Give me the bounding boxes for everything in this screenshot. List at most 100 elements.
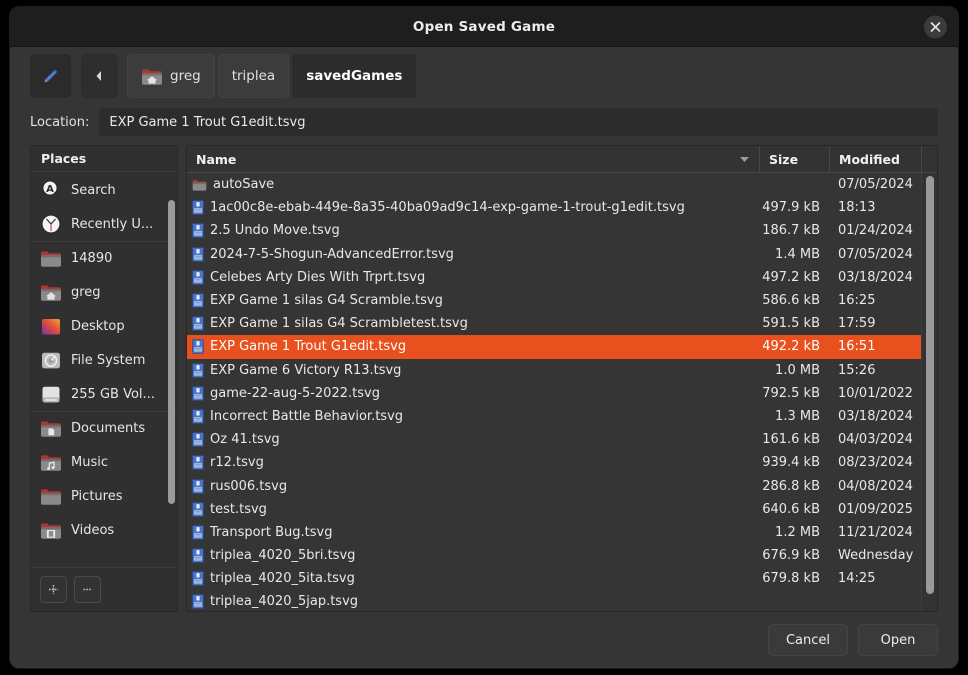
sidebar-item-greg[interactable]: greg — [31, 275, 177, 309]
table-row[interactable]: EXP Game 1 silas G4 Scrambletest.tsvg 591… — [187, 312, 921, 335]
sidebar-item-255gb-volume[interactable]: 255 GB Vol... — [31, 377, 177, 411]
table-row[interactable]: game-22-aug-5-2022.tsvg 792.5 kB 10/01/202… — [187, 382, 921, 405]
back-button[interactable] — [81, 54, 117, 98]
title-bar: Open Saved Game — [10, 7, 958, 47]
desktop-icon — [40, 317, 62, 336]
pencil-icon[interactable] — [30, 54, 71, 98]
dialog-footer: Cancel Open — [10, 612, 958, 668]
table-row[interactable]: EXP Game 1 Trout G1edit.tsvg 492.2 kB 16:5… — [187, 335, 921, 359]
file-list-header: Name Size Modified — [187, 146, 937, 173]
breadcrumb-item-savedgames[interactable]: savedGames — [292, 54, 417, 98]
file-name-label: EXP Game 1 silas G4 Scramble.tsvg — [210, 293, 443, 309]
sidebar-item-search[interactable]: A Search — [31, 173, 177, 207]
file-name-cell: game-22-aug-5-2022.tsvg — [187, 386, 759, 401]
table-row[interactable]: rus006.tsvg 286.8 kB 04/08/2024 — [187, 474, 921, 497]
file-name-cell: test.tsvg — [187, 502, 759, 517]
table-row[interactable]: Celebes Arty Dies With Trprt.tsvg 497.2 k… — [187, 266, 921, 289]
sidebar-item-videos[interactable]: Videos — [31, 513, 177, 547]
file-size-cell: 792.5 kB — [762, 385, 820, 401]
file-name-cell: triplea_4020_5jap.tsvg — [187, 594, 759, 609]
file-name-label: rus006.tsvg — [210, 478, 288, 494]
file-name-label: 2.5 Undo Move.tsvg — [210, 223, 340, 239]
sidebar-item-recently-used[interactable]: Recently U... — [31, 207, 177, 241]
minus-icon[interactable] — [74, 576, 101, 603]
sidebar-item-14890[interactable]: 14890 — [31, 241, 177, 275]
table-row[interactable]: 2024-7-5-Shogun-AdvancedError.tsvg 1.4 MB… — [187, 243, 921, 266]
file-rows-wrap: autoSave 07/05/2024 1ac00c8e-ebab-449e-8a3… — [187, 173, 937, 611]
column-header-name[interactable]: Name — [187, 146, 759, 172]
breadcrumb-item-greg[interactable]: greg — [127, 54, 215, 98]
tsvg-file-icon — [192, 316, 204, 332]
table-row[interactable]: autoSave 07/05/2024 — [187, 173, 921, 196]
table-row[interactable]: triplea_4020_5ita.tsvg 679.8 kB 14:25 — [187, 567, 921, 590]
file-name-cell: Transport Bug.tsvg — [187, 525, 759, 540]
breadcrumb-item-triplea[interactable]: triplea — [217, 54, 290, 98]
location-label: Location: — [30, 114, 90, 130]
tsvg-file-icon — [192, 409, 204, 424]
file-name-label: Incorrect Battle Behavior.tsvg — [210, 408, 404, 424]
path-toolbar: greg triplea savedGames — [10, 47, 958, 105]
sidebar-item-pictures[interactable]: Pictures — [31, 479, 177, 513]
pictures-icon — [40, 487, 62, 506]
table-row[interactable]: EXP Game 1 silas G4 Scramble.tsvg 586.6 k… — [187, 289, 921, 312]
places-sidebar: Places A Search Recently U... 14890 greg… — [30, 145, 178, 612]
file-name-label: EXP Game 1 Trout G1edit.tsvg — [210, 339, 407, 355]
tsvg-file-icon — [192, 246, 204, 262]
file-list-scrollbar-thumb[interactable] — [926, 176, 934, 594]
close-icon[interactable] — [924, 15, 947, 38]
tsvg-file-icon — [192, 270, 204, 285]
tsvg-file-icon — [192, 385, 204, 401]
file-list-scrollbar[interactable] — [921, 173, 937, 611]
file-name-cell: Celebes Arty Dies With Trprt.tsvg — [187, 270, 759, 285]
sidebar-item-desktop[interactable]: Desktop — [31, 309, 177, 343]
open-button[interactable]: Open — [858, 624, 938, 656]
tsvg-file-icon — [192, 455, 204, 471]
file-modified-cell: 03/18/2024 — [838, 408, 913, 424]
tsvg-file-icon — [192, 223, 204, 239]
location-input[interactable] — [99, 108, 938, 136]
table-row[interactable]: Incorrect Battle Behavior.tsvg 1.3 MB 03/1… — [187, 405, 921, 428]
tsvg-file-icon — [192, 432, 204, 447]
file-name-label: Oz 41.tsvg — [210, 432, 280, 448]
table-row[interactable]: Transport Bug.tsvg 1.2 MB 11/21/2024 — [187, 521, 921, 544]
table-row[interactable]: 2.5 Undo Move.tsvg 186.7 kB 01/24/2024 — [187, 219, 921, 242]
places-scrollbar[interactable] — [168, 200, 175, 504]
open-saved-game-dialog: Open Saved Game greg triplea savedGames … — [10, 7, 958, 668]
file-name-label: game-22-aug-5-2022.tsvg — [210, 385, 380, 401]
column-header-modified[interactable]: Modified — [829, 146, 921, 172]
sidebar-item-file-system[interactable]: File System — [31, 343, 177, 377]
sort-descending-icon — [739, 155, 750, 163]
file-name-label: triplea_4020_5ita.tsvg — [210, 571, 355, 587]
column-header-size[interactable]: Size — [759, 146, 829, 172]
location-row: Location: — [10, 105, 958, 145]
table-row[interactable]: r12.tsvg 939.4 kB 08/23/2024 — [187, 451, 921, 474]
videos-icon — [40, 521, 62, 540]
breadcrumb-label: greg — [170, 68, 201, 84]
table-row[interactable]: triplea_4020_5jap.tsvg — [187, 590, 921, 611]
search-icon: A — [40, 179, 62, 201]
file-modified-cell: 01/24/2024 — [838, 223, 913, 239]
file-name-cell: Incorrect Battle Behavior.tsvg — [187, 409, 759, 424]
sidebar-item-documents[interactable]: Documents — [31, 411, 177, 445]
table-row[interactable]: triplea_4020_5bri.tsvg 676.9 kB Wednesday — [187, 544, 921, 567]
documents-icon — [40, 419, 62, 438]
sidebar-item-label: Desktop — [71, 318, 125, 334]
file-size-cell: 492.2 kB — [762, 339, 820, 355]
volume-icon — [40, 385, 62, 404]
column-header-name-label: Name — [196, 151, 237, 167]
file-modified-cell: 14:25 — [838, 571, 876, 587]
table-row[interactable]: test.tsvg 640.6 kB 01/09/2025 — [187, 498, 921, 521]
svg-text:A: A — [46, 184, 54, 195]
tsvg-file-icon — [192, 548, 204, 563]
sidebar-item-music[interactable]: Music — [31, 445, 177, 479]
page-title: Open Saved Game — [412, 18, 556, 35]
file-size-cell: 939.4 kB — [762, 455, 820, 471]
table-row[interactable]: Oz 41.tsvg 161.6 kB 04/03/2024 — [187, 428, 921, 451]
places-footer — [31, 567, 177, 611]
table-row[interactable]: 1ac00c8e-ebab-449e-8a35-40ba09ad9c14-exp… — [187, 196, 921, 219]
cancel-button[interactable]: Cancel — [768, 624, 848, 656]
table-row[interactable]: EXP Game 6 Victory R13.tsvg 1.0 MB 15:26 — [187, 359, 921, 382]
plus-icon[interactable] — [40, 576, 67, 603]
file-modified-cell: 07/05/2024 — [838, 177, 913, 193]
file-name-cell: autoSave — [187, 177, 759, 192]
